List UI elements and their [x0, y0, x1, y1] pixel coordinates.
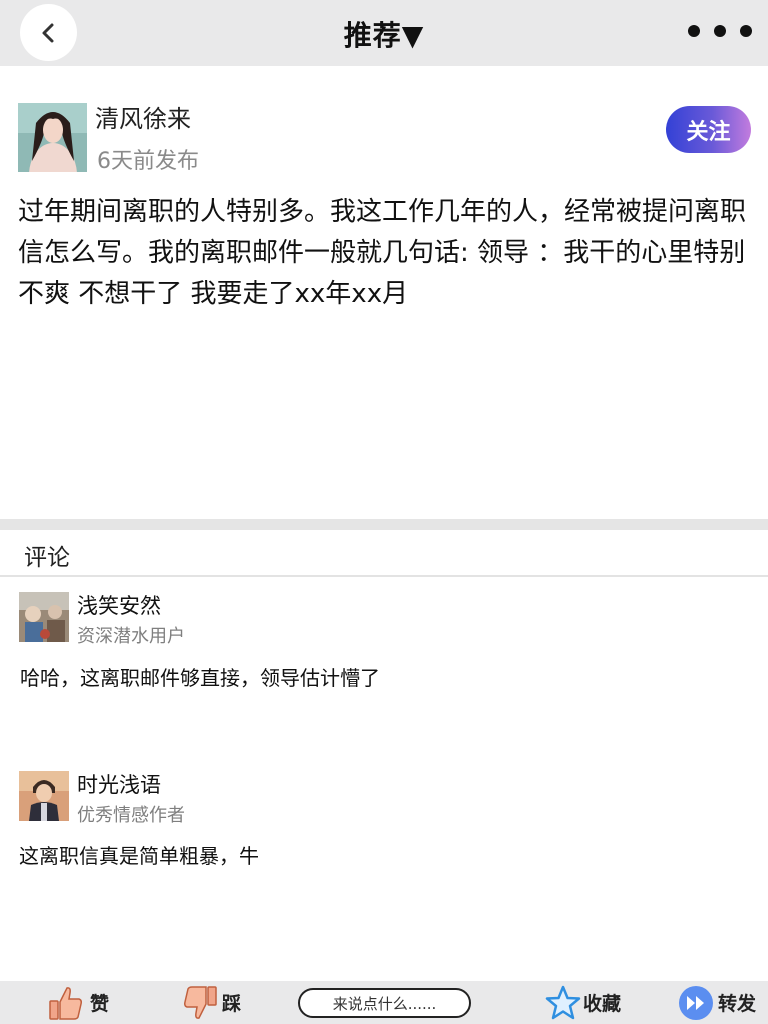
author-name[interactable]: 清风徐来 [95, 99, 191, 134]
star-icon [545, 985, 581, 1019]
top-bar: 推荐▼ [0, 0, 768, 66]
post-content: 过年期间离职的人特别多。我这工作几年的人，经常被提问离职信怎么写。我的离职邮件一… [18, 197, 747, 309]
post-time: 6天前发布 [97, 149, 199, 174]
follow-button[interactable]: 关注 [666, 106, 751, 153]
dislike-button[interactable]: 踩 [182, 981, 241, 1024]
page-title[interactable]: 推荐▼ [0, 14, 768, 54]
commenter-role: 资深潜水用户 [77, 626, 185, 647]
commenter-role: 优秀情感作者 [77, 805, 185, 826]
more-button[interactable] [688, 18, 752, 44]
dislike-label: 踩 [222, 993, 242, 1015]
like-label: 赞 [90, 993, 110, 1015]
favorite-label: 收藏 [583, 993, 622, 1015]
comments-title: 评论 [24, 545, 70, 571]
author-avatar[interactable] [18, 103, 87, 172]
share-button[interactable]: 转发 [678, 981, 756, 1024]
comment-text: 哈哈，这离职邮件够直接，领导估计懵了 [20, 666, 380, 690]
thumbs-up-icon [49, 986, 82, 1020]
commenter-avatar[interactable] [19, 592, 69, 642]
commenter-name[interactable]: 时光浅语 [77, 769, 161, 799]
commenter-name[interactable]: 浅笑安然 [77, 590, 161, 620]
thumbs-down-icon [184, 985, 217, 1019]
comment-input[interactable]: 来说点什么...... [298, 988, 471, 1018]
share-forward-icon [679, 985, 713, 1020]
commenter-avatar[interactable] [19, 771, 69, 821]
favorite-button[interactable]: 收藏 [545, 981, 621, 1024]
share-label: 转发 [718, 993, 757, 1015]
section-divider [0, 519, 768, 530]
more-dots-icon [688, 25, 700, 37]
comments-divider [0, 575, 768, 577]
like-button[interactable]: 赞 [48, 981, 109, 1024]
comment-text: 这离职信真是简单粗暴，牛 [19, 844, 259, 868]
